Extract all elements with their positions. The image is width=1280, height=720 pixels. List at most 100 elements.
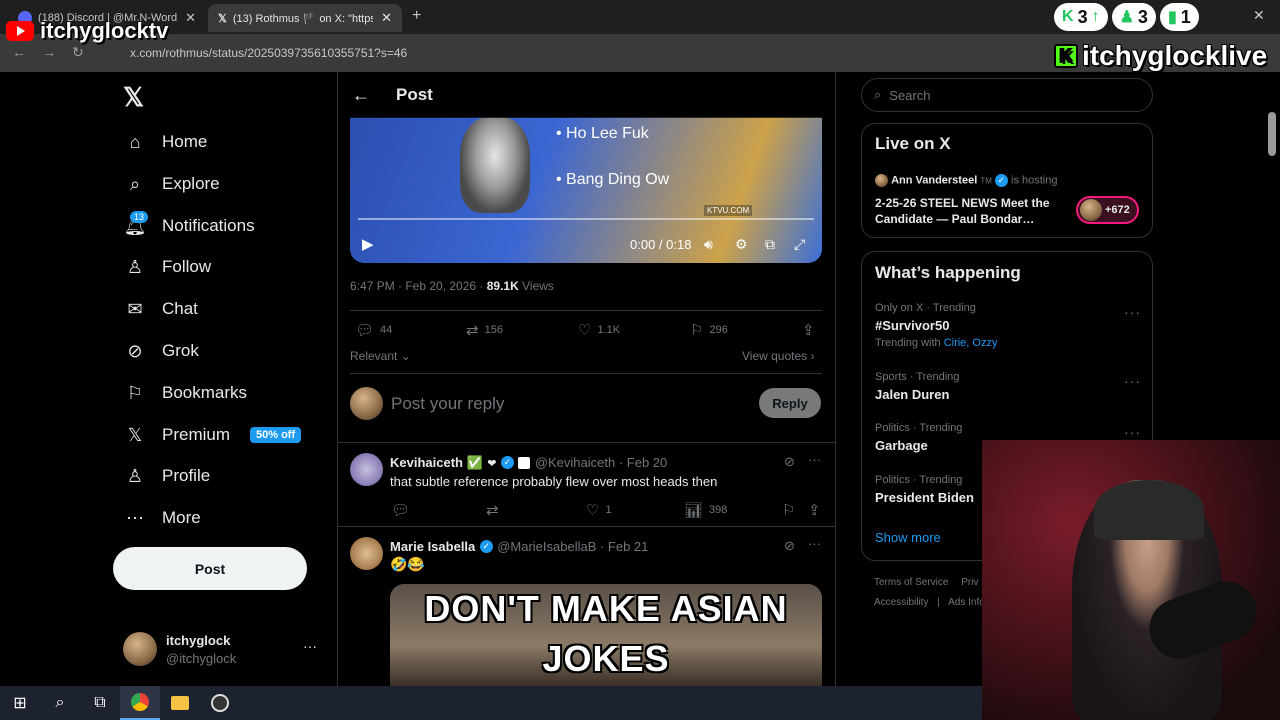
more-dots-icon[interactable]: ··· (303, 638, 317, 654)
tweet-author-line: Marie Isabella ✓ @MarieIsabellaB · Feb 2… (390, 538, 648, 556)
airplane-image (460, 117, 530, 213)
reply-count: 44 (380, 324, 393, 336)
post-timestamp[interactable]: 6:47 PM · Feb 20, 2026 · (350, 279, 487, 293)
footer-links: Accessibility | Ads Info (874, 597, 985, 608)
bookmark-action[interactable]: ⚐ (782, 501, 795, 519)
tab-title: (13) Rothmus 🏴 on X: "https:// (232, 12, 373, 25)
like-action[interactable]: ♡ 1.1K (578, 321, 620, 339)
views-label: Views (518, 279, 554, 293)
grok-analyze-icon[interactable]: ⊘ (784, 454, 795, 470)
divider (350, 310, 822, 311)
trending-with-names[interactable]: Cirie, Ozzy (944, 337, 998, 349)
post-button[interactable]: Post (113, 547, 307, 590)
share-action[interactable]: ⇪ (802, 321, 815, 339)
bookmark-action[interactable]: ⚐ 296 (690, 321, 728, 339)
search-icon: ⌕ (129, 173, 141, 194)
task-view-icon[interactable]: ⧉ (80, 686, 120, 720)
reply-tweet[interactable]: Kevihaiceth ✅ ❤ ✓ @Kevihaiceth · Feb 20 … (338, 443, 835, 526)
sidebar-item-explore[interactable]: ⌕ Explore (124, 173, 220, 195)
like-action[interactable]: ♡ 1 (586, 501, 612, 519)
views-action[interactable]: 📊︎ 398 (684, 501, 727, 519)
chevron-down-icon: ⌄ (397, 349, 411, 363)
reply-icon: 💬︎ (355, 322, 375, 339)
back-icon[interactable]: ← (12, 44, 26, 60)
more-dots-icon[interactable]: ··· (1124, 373, 1141, 389)
host-suffix: TM (980, 176, 992, 186)
picture-in-picture-icon[interactable]: ⧉ (765, 236, 775, 253)
more-dots-icon[interactable]: ··· (1124, 304, 1141, 320)
avatar (350, 537, 383, 570)
view-quotes-link[interactable]: View quotes › (742, 349, 815, 363)
back-arrow-icon[interactable]: ← (352, 85, 370, 106)
author-name[interactable]: Marie Isabella (390, 539, 475, 554)
sidebar-item-label: Grok (162, 341, 199, 360)
grok-icon: ⊘ (127, 340, 143, 361)
url-field[interactable]: x.com/rothmus/status/2025039735610355751… (100, 40, 1060, 66)
privacy-link[interactable]: Priv (961, 577, 978, 588)
trend-item[interactable]: Politics · Trending President Biden (875, 474, 974, 505)
sidebar-item-profile[interactable]: ♙ Profile (124, 465, 210, 487)
bookmark-icon: ⚐ (690, 322, 704, 339)
sidebar-item-follow[interactable]: ♙ Follow (124, 256, 211, 278)
forward-icon[interactable]: → (42, 44, 56, 60)
reply-button[interactable]: Reply (759, 388, 821, 418)
meme-image[interactable]: DON'T MAKE ASIAN JOKES (390, 584, 822, 686)
repost-action[interactable]: ⇄ 156 (466, 321, 503, 339)
more-dots-icon[interactable]: ··· (808, 536, 821, 551)
video-player[interactable]: • Ho Lee Fuk • Bang Ding Ow KTVU.COM ▶ 0… (350, 117, 822, 263)
search-input[interactable]: ⌕ Search (861, 78, 1153, 112)
x-logo-icon[interactable]: 𝕏 (123, 82, 144, 113)
trend-item[interactable]: Sports · Trending Jalen Duren (875, 371, 959, 402)
like-count: 1 (605, 504, 612, 516)
more-dots-icon[interactable]: ··· (1124, 424, 1141, 440)
sidebar-item-more[interactable]: ⋯ More (124, 507, 201, 529)
share-action[interactable]: ⇪ (808, 501, 821, 519)
file-explorer-icon[interactable] (160, 686, 200, 720)
close-tab-icon[interactable]: ✕ (381, 10, 392, 26)
volume-icon[interactable]: 🔊︎ (704, 236, 713, 253)
obs-icon[interactable] (200, 686, 240, 720)
terms-link[interactable]: Terms of Service (874, 577, 948, 588)
new-tab-icon[interactable]: + (412, 7, 421, 25)
reply-sort-dropdown[interactable]: Relevant ⌄ (350, 349, 411, 363)
windows-start-icon[interactable]: ⊞ (0, 686, 40, 720)
sidebar-item-label: Follow (162, 257, 212, 276)
page-scrollbar[interactable] (1268, 112, 1276, 156)
grok-analyze-icon[interactable]: ⊘ (784, 538, 795, 554)
more-dots-icon[interactable]: ··· (808, 452, 821, 467)
video-progress-bar[interactable] (358, 218, 814, 220)
settings-icon[interactable]: ⚙ (735, 236, 748, 253)
avatar (123, 632, 157, 666)
repost-action[interactable]: ⇄ (486, 501, 499, 519)
chrome-icon[interactable] (120, 686, 160, 720)
tab-x-post[interactable]: 𝕏 (13) Rothmus 🏴 on X: "https:// ✕ (208, 4, 402, 32)
trend-item[interactable]: Only on X · Trending #Survivor50 Trendin… (875, 302, 997, 349)
reply-action[interactable]: 💬︎ 44 (355, 321, 392, 339)
trend-name: Garbage (875, 438, 928, 453)
reply-action[interactable]: 💬︎ (391, 501, 410, 519)
sidebar-item-grok[interactable]: ⊘ Grok (124, 340, 199, 362)
trending-with-label: Trending with (875, 337, 941, 349)
show-more-link[interactable]: Show more (875, 530, 941, 545)
sidebar-item-bookmarks[interactable]: ⚐ Bookmarks (124, 382, 247, 404)
account-switcher[interactable]: itchyglock @itchyglock ··· (123, 632, 333, 668)
author-name[interactable]: Kevihaiceth ✅ (390, 455, 483, 470)
fullscreen-icon[interactable]: ⤢ (794, 236, 805, 253)
listeners-pill[interactable]: +672 (1076, 196, 1139, 224)
reply-input[interactable]: Post your reply (391, 394, 504, 414)
ads-info-link[interactable]: Ads Info (948, 597, 985, 608)
close-tab-icon[interactable]: ✕ (185, 10, 196, 26)
avatar (350, 387, 383, 420)
trend-item[interactable]: Politics · Trending Garbage (875, 422, 962, 453)
search-icon[interactable]: ⌕ (40, 686, 80, 720)
reload-icon[interactable]: ↻ (72, 44, 84, 61)
sidebar-item-chat[interactable]: ✉ Chat (124, 298, 197, 320)
sidebar-item-home[interactable]: ⌂ Home (124, 131, 208, 153)
live-stream-title[interactable]: 2-25-26 STEEL NEWS Meet the Candidate — … (875, 195, 1065, 227)
account-handle: @itchyglock (166, 651, 237, 666)
sidebar-item-premium[interactable]: 𝕏 Premium 50% off (124, 424, 302, 446)
play-icon[interactable]: ▶ (362, 235, 374, 253)
accessibility-link[interactable]: Accessibility (874, 597, 928, 608)
live-host-line[interactable]: Ann Vandersteel TM ✓ is hosting (875, 174, 1058, 187)
close-window-icon[interactable]: ✕ (1253, 7, 1265, 24)
